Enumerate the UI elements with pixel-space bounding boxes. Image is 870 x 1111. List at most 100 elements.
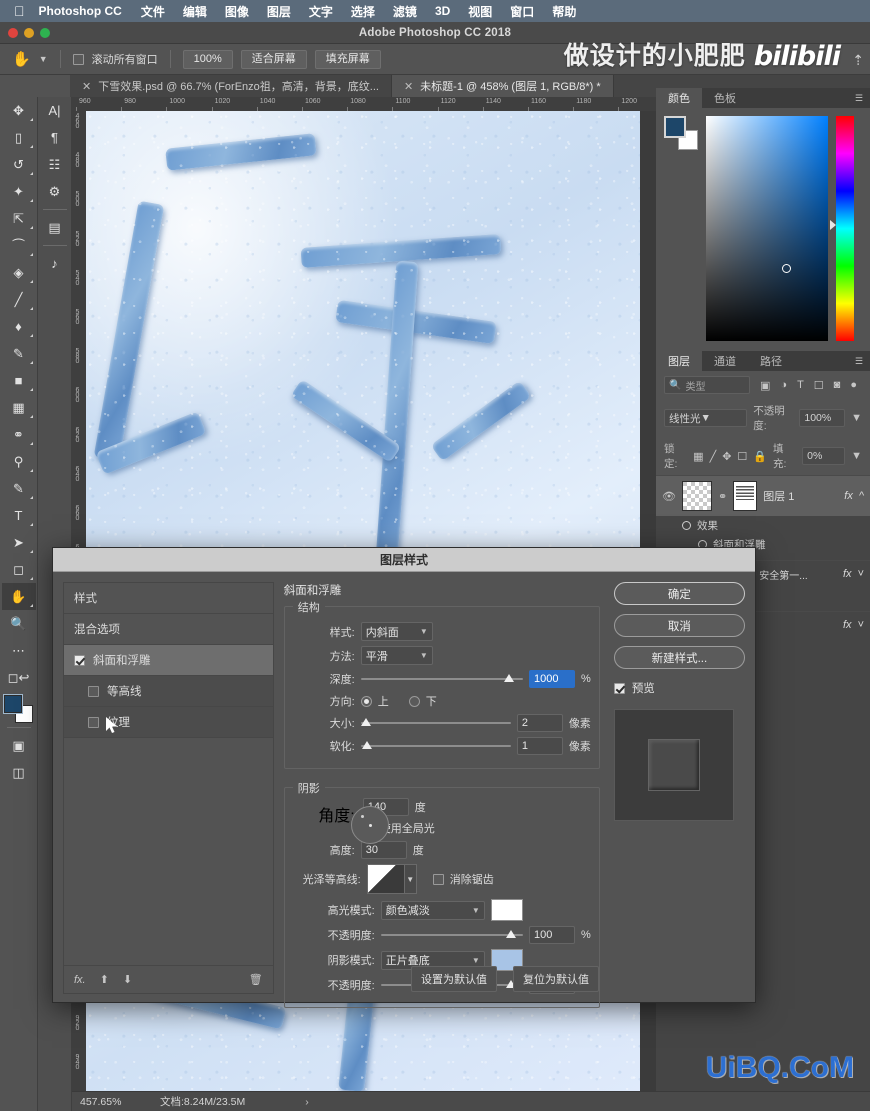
type-orientation-icon[interactable]: A| [38,97,72,124]
preview-checkbox[interactable] [613,682,625,694]
size-slider[interactable] [360,716,511,730]
filter-shape-icon[interactable]: ☐ [814,379,824,392]
zoom-100-button[interactable]: 100% [182,49,233,69]
trash-icon[interactable]: 🗑 [249,973,263,986]
scroll-all-windows-checkbox[interactable] [72,53,84,65]
bevel-emboss-checkbox[interactable] [74,654,85,666]
anti-alias-checkbox[interactable] [432,873,444,885]
filter-adjustment-icon[interactable]: ◑ [780,379,787,391]
hue-slider-arrow[interactable] [830,220,836,230]
soften-input[interactable]: 1 [516,737,563,755]
panel-menu-icon[interactable]: ☰ [855,356,864,367]
new-style-button[interactable]: 新建样式... [613,646,746,669]
healing-brush-icon[interactable]: ◈ [2,259,36,286]
menu-item-file[interactable]: 文件 [132,3,174,20]
rectangular-marquee-icon[interactable]: ▯ [2,124,36,151]
foreground-color-swatch[interactable] [2,694,23,714]
lock-image-icon[interactable]: ╱ [710,450,717,463]
clone-stamp-icon[interactable]: ♦ [2,313,36,340]
depth-input[interactable]: 1000 [529,670,576,688]
tab-channels[interactable]: 通道 [702,351,748,371]
technique-select[interactable]: 平滑 ▼ [360,646,433,665]
screen-mode-icon[interactable]: ◫ [2,759,36,786]
soften-slider-knob[interactable] [362,741,373,749]
hand-tool-icon[interactable]: ✋ [1,583,36,610]
gradient-icon[interactable]: ▦ [2,394,36,421]
styles-list-item-styles[interactable]: 样式 [64,583,273,614]
properties-icon[interactable]: ▤ [38,214,72,241]
layer-mask-thumbnail[interactable] [733,481,758,511]
eyedropper-icon[interactable]: ⏜ [2,232,36,259]
layer-style-dialog[interactable]: 图层样式 样式 混合选项 斜面和浮雕 等高线 纹理 fx. ⬆ ⬇ 🗑 斜面和浮… [52,547,756,1008]
actions-icon[interactable]: ♪ [38,250,72,277]
depth-slider-knob[interactable] [503,674,514,682]
tab-paths[interactable]: 路径 [748,351,794,371]
gloss-contour-preview[interactable] [366,864,405,894]
fill-screen-button[interactable]: 填充屏幕 [314,49,381,69]
layer-fx-badge[interactable]: fx ^ [844,490,864,502]
color-swatches[interactable] [664,116,698,150]
layer-fx-badge[interactable]: fx ˅ [843,619,864,631]
texture-checkbox[interactable] [88,716,99,728]
set-default-button[interactable]: 设置为默认值 [411,966,497,992]
crop-icon[interactable]: ⇱ [2,205,36,232]
gloss-contour-picker[interactable]: ▼ [366,864,417,894]
menu-item-image[interactable]: 图像 [216,3,258,20]
minimize-window-button[interactable] [24,28,34,38]
path-selection-icon[interactable]: ➤ [2,529,36,556]
blend-mode-select[interactable]: 线性光 ▼ [664,409,748,427]
menubar-app-name[interactable]: Photoshop CC [39,4,132,18]
dodge-icon[interactable]: ⚲ [2,448,36,475]
lasso-icon[interactable]: ↺ [2,151,36,178]
maximize-window-button[interactable] [40,28,50,38]
layer-effects-group[interactable]: 效果 [656,516,870,535]
close-icon[interactable]: ✕ [404,80,413,93]
history-brush-icon[interactable]: ✎ [2,340,36,367]
tab-swatches[interactable]: 色板 [702,88,748,108]
fx-icon[interactable]: fx. [74,974,86,986]
menu-item-help[interactable]: 帮助 [543,3,585,20]
adjustments-icon[interactable]: ⚙ [38,178,72,205]
zoom-tool-icon[interactable]: 🔍 [2,610,36,637]
styles-list-item-bevel-emboss[interactable]: 斜面和浮雕 [64,645,273,676]
chevron-down-icon[interactable]: ˅ [858,568,864,580]
foreground-color-swatch[interactable] [664,116,686,138]
layer-fx-badge[interactable]: fx ˅ [843,568,864,580]
tab-color[interactable]: 颜色 [656,88,702,108]
menu-item-view[interactable]: 视图 [459,3,501,20]
tab-layers[interactable]: 图层 [656,351,702,371]
hand-tool-icon[interactable]: ✋ [12,50,31,68]
menu-item-layer[interactable]: 图层 [258,3,300,20]
menu-item-type[interactable]: 文字 [300,3,342,20]
cancel-button[interactable]: 取消 [613,614,746,637]
eye-icon[interactable]: 👁 [662,490,676,503]
close-icon[interactable]: ✕ [82,80,91,93]
character-panel-icon[interactable]: ☷ [38,151,72,178]
soften-slider[interactable] [360,739,511,753]
eraser-icon[interactable]: ■ [2,367,36,394]
close-window-button[interactable] [8,28,18,38]
chevron-down-icon[interactable]: ▼ [39,54,48,64]
lock-position-icon[interactable]: ✥ [722,450,731,463]
chevron-down-icon[interactable]: ▼ [851,450,862,462]
zoom-level[interactable]: 457.65% [72,1096,146,1108]
size-input[interactable]: 2 [516,714,563,732]
opacity-field[interactable]: 100% [799,409,846,427]
quick-mask-icon[interactable]: ▣ [2,732,36,759]
panel-menu-icon[interactable]: ☰ [855,93,864,104]
document-tab-snow-effect[interactable]: ✕ 下雪效果.psd @ 66.7% (ForEnzo祖，高清，背景，底纹... [70,75,392,97]
menu-item-window[interactable]: 窗口 [501,3,543,20]
highlight-mode-select[interactable]: 颜色减淡 ▼ [380,900,485,920]
chevron-down-icon[interactable]: ▼ [404,864,417,894]
highlight-opacity-knob[interactable] [505,930,516,938]
menu-item-filter[interactable]: 滤镜 [384,3,426,20]
color-field-cursor[interactable] [782,264,791,273]
direction-up-radio[interactable] [360,695,372,707]
hue-strip[interactable] [830,116,854,341]
reset-default-button[interactable]: 复位为默认值 [513,966,599,992]
direction-down-radio[interactable] [408,695,420,707]
fit-screen-button[interactable]: 适合屏幕 [240,49,307,69]
size-slider-knob[interactable] [360,718,371,726]
document-tab-untitled-1[interactable]: ✕ 未标题-1 @ 458% (图层 1, RGB/8*) * [391,75,614,97]
color-field[interactable] [706,116,828,341]
